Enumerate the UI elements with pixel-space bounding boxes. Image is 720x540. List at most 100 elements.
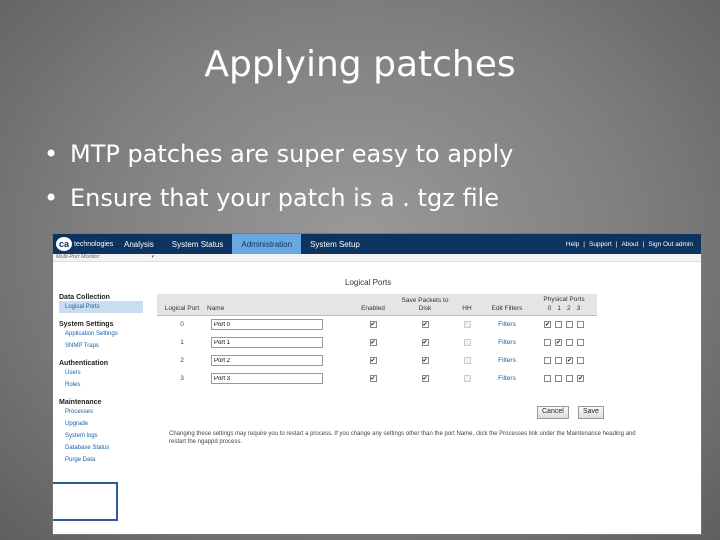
tab-analysis[interactable]: Analysis xyxy=(115,234,163,254)
physical-port-checkbox[interactable] xyxy=(555,356,562,364)
top-links: Help | Support | About | Sign Out admin xyxy=(566,234,693,254)
save-packets-checkbox[interactable]: ✔ xyxy=(421,321,429,329)
highlight-box xyxy=(53,482,118,521)
page-title: Logical Ports xyxy=(345,278,392,287)
logical-port-number: 1 xyxy=(180,339,184,346)
physical-port-index: 3 xyxy=(576,305,581,312)
bullet-item: • MTP patches are super easy to apply xyxy=(44,140,514,168)
tab-system-status[interactable]: System Status xyxy=(163,234,233,254)
product-label: Multi-Port Monitor xyxy=(56,254,100,260)
column-header-enabled: Enabled xyxy=(347,294,399,316)
sidebar-heading-data-collection: Data Collection xyxy=(59,294,110,301)
bullet-list: • MTP patches are super easy to apply • En… xyxy=(44,132,513,220)
bullet-text: Ensure that your patch is a . tgz file xyxy=(70,184,499,212)
column-header-name: Name xyxy=(207,294,347,316)
filters-link[interactable]: Filters xyxy=(498,375,516,382)
sidebar-heading-system-settings: System Settings xyxy=(59,321,114,328)
sidebar-item-upgrade[interactable]: Upgrade xyxy=(59,418,143,430)
sidebar-item-application-settings[interactable]: Application Settings xyxy=(59,328,143,340)
sidebar-item-purge-data[interactable]: Purge Data xyxy=(59,454,143,466)
physical-ports-label: Physical Ports xyxy=(543,296,585,303)
table-row: 0 ✔ ✔ Filters ✔ xyxy=(157,316,597,334)
filters-link[interactable]: Filters xyxy=(498,321,516,328)
sidebar-item-logical-ports[interactable]: Logical Ports xyxy=(59,301,143,313)
logical-port-number: 2 xyxy=(180,357,184,364)
physical-port-checkbox[interactable] xyxy=(577,321,584,329)
slide-title: Applying patches xyxy=(204,44,516,85)
sidebar: Data Collection Logical Ports System Set… xyxy=(53,294,143,521)
logical-port-number: 3 xyxy=(180,375,184,382)
hh-checkbox xyxy=(463,356,471,364)
column-header-save-packets: Save Packets to Disk xyxy=(399,294,451,316)
port-name-input[interactable] xyxy=(211,319,323,331)
physical-port-checkbox[interactable] xyxy=(544,338,551,346)
physical-port-checkbox[interactable]: ✔ xyxy=(555,338,562,346)
sidebar-item-users[interactable]: Users xyxy=(59,367,143,379)
physical-port-index: 2 xyxy=(567,305,571,312)
app-screenshot: ca technologies Analysis System Status A… xyxy=(52,233,702,535)
sidebar-item-snmp-traps[interactable]: SNMP Traps xyxy=(59,340,143,352)
link-separator: | xyxy=(583,240,585,248)
sign-out-link[interactable]: Sign Out admin xyxy=(648,241,693,248)
support-link[interactable]: Support xyxy=(589,241,612,248)
physical-port-checkbox[interactable]: ✔ xyxy=(577,374,584,382)
column-header-edit-filters: Edit Filters xyxy=(483,294,531,316)
save-packets-checkbox[interactable]: ✔ xyxy=(421,338,429,346)
logical-ports-table: Logical Port Name Enabled Save Packets t… xyxy=(157,294,597,388)
hh-checkbox xyxy=(463,321,471,329)
sidebar-item-database-status[interactable]: Database Status xyxy=(59,442,143,454)
table-row: 1 ✔ ✔ Filters ✔ xyxy=(157,334,597,352)
column-header-logical-port: Logical Port xyxy=(157,294,207,316)
physical-port-checkbox[interactable] xyxy=(555,374,562,382)
port-name-input[interactable] xyxy=(211,373,323,384)
port-name-input[interactable] xyxy=(211,355,323,366)
sidebar-item-processes[interactable]: Processes xyxy=(59,406,143,418)
physical-port-indices: 0 1 2 3 xyxy=(531,305,597,313)
physical-port-checkbox[interactable]: ✔ xyxy=(544,321,551,329)
column-header-hh: HH xyxy=(451,294,483,316)
physical-port-checkbox[interactable] xyxy=(544,374,551,382)
physical-port-index: 1 xyxy=(557,305,561,312)
physical-port-checkbox[interactable] xyxy=(577,338,584,346)
top-nav-bar: ca technologies Analysis System Status A… xyxy=(53,234,701,254)
physical-port-checkbox[interactable] xyxy=(577,356,584,364)
restart-note: Changing these settings may require you … xyxy=(169,431,636,445)
physical-port-checkbox[interactable] xyxy=(566,374,573,382)
save-packets-checkbox[interactable]: ✔ xyxy=(421,356,429,364)
physical-port-checkbox[interactable] xyxy=(566,321,573,329)
ca-logo: ca technologies xyxy=(53,234,115,254)
port-name-input[interactable] xyxy=(211,337,323,348)
filters-link[interactable]: Filters xyxy=(498,339,516,346)
cancel-button[interactable]: Cancel xyxy=(537,406,569,419)
tab-system-setup[interactable]: System Setup xyxy=(301,234,369,254)
link-separator: | xyxy=(642,240,645,248)
sidebar-item-system-logs[interactable]: System logs xyxy=(59,430,143,442)
sidebar-heading-maintenance: Maintenance xyxy=(59,399,102,406)
filters-link[interactable]: Filters xyxy=(498,357,516,364)
enabled-checkbox[interactable]: ✔ xyxy=(369,338,377,346)
dropdown-arrow-icon[interactable]: ▾ xyxy=(151,254,154,260)
physical-port-checkbox[interactable] xyxy=(544,356,551,364)
tab-administration[interactable]: Administration xyxy=(232,234,302,254)
about-link[interactable]: About xyxy=(621,241,638,248)
ca-logo-mark: ca xyxy=(56,237,72,251)
physical-port-checkbox[interactable] xyxy=(555,321,562,329)
column-header-physical-ports: Physical Ports 0 1 2 3 xyxy=(531,294,597,316)
hh-checkbox xyxy=(463,374,471,382)
save-button[interactable]: Save xyxy=(578,406,604,419)
logical-port-number: 0 xyxy=(180,321,184,329)
help-link[interactable]: Help xyxy=(566,241,579,248)
table-row: 3 ✔ ✔ Filters ✔ xyxy=(157,370,597,388)
sidebar-heading-authentication: Authentication xyxy=(59,360,108,367)
enabled-checkbox[interactable]: ✔ xyxy=(369,374,377,382)
sub-bar: Multi-Port Monitor ▾ xyxy=(53,254,701,262)
link-separator: | xyxy=(615,240,618,248)
enabled-checkbox[interactable]: ✔ xyxy=(369,356,377,364)
ca-logo-text: technologies xyxy=(74,240,114,248)
enabled-checkbox[interactable]: ✔ xyxy=(369,321,377,329)
physical-port-checkbox[interactable] xyxy=(566,338,573,346)
table-row: 2 ✔ ✔ Filters ✔ xyxy=(157,352,597,370)
save-packets-checkbox[interactable]: ✔ xyxy=(421,374,429,382)
physical-port-checkbox[interactable]: ✔ xyxy=(566,356,573,364)
sidebar-item-roles[interactable]: Roles xyxy=(59,379,143,391)
